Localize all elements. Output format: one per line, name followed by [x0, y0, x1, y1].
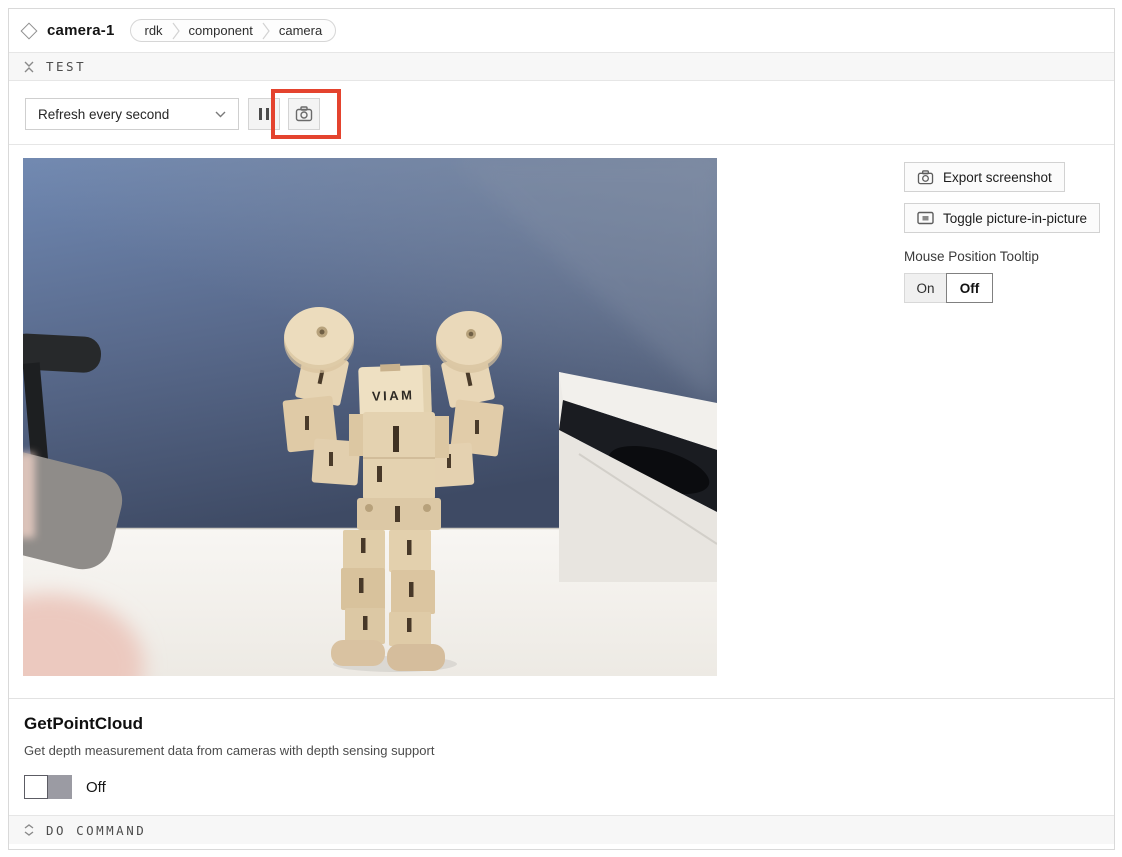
feed-robot-logo-text: VIAM	[372, 387, 415, 403]
camera-test-section: VIAM	[9, 145, 1114, 698]
picture-in-picture-icon	[917, 211, 934, 225]
tooltip-segmented-control: On Off	[904, 273, 1109, 303]
get-point-cloud-section: GetPointCloud Get depth measurement data…	[9, 698, 1114, 815]
test-section-header[interactable]: TEST	[9, 52, 1114, 81]
chevron-separator-icon	[262, 20, 270, 42]
breadcrumb-camera: camera	[270, 23, 331, 38]
toggle-pip-button[interactable]: Toggle picture-in-picture	[904, 203, 1100, 233]
do-command-section-label: DO COMMAND	[46, 823, 146, 838]
component-header: camera-1 rdk component camera	[9, 9, 1114, 52]
refresh-rate-select[interactable]: Refresh every second	[25, 98, 239, 130]
diamond-icon	[21, 22, 38, 39]
expand-icon	[24, 824, 34, 836]
do-command-section-header[interactable]: DO COMMAND	[9, 815, 1114, 844]
test-section-label: TEST	[46, 59, 86, 74]
feed-robot-right-hand	[436, 311, 502, 373]
camera-feed-controls: Export screenshot Toggle picture-in-pict…	[904, 162, 1109, 303]
get-point-cloud-title: GetPointCloud	[24, 714, 1114, 734]
feed-cabinet	[559, 372, 717, 582]
mouse-position-tooltip-label: Mouse Position Tooltip	[904, 249, 1109, 264]
feed-robot-head: VIAM	[358, 363, 432, 417]
tooltip-off-button[interactable]: Off	[946, 273, 993, 303]
toggle-knob	[24, 775, 48, 799]
camera-feed-image: VIAM	[23, 158, 717, 676]
pause-button[interactable]	[248, 98, 280, 130]
screenshot-button[interactable]	[288, 98, 320, 130]
breadcrumb-rdk: rdk	[135, 23, 171, 38]
export-screenshot-label: Export screenshot	[943, 170, 1052, 185]
camera-icon	[917, 170, 934, 185]
feed-robot-left-hand	[284, 307, 354, 373]
camera-icon	[295, 106, 313, 122]
breadcrumb: rdk component camera	[130, 19, 336, 42]
component-title: camera-1	[47, 22, 114, 39]
get-point-cloud-state-label: Off	[86, 779, 106, 796]
chevron-separator-icon	[172, 20, 180, 42]
collapse-icon	[24, 61, 34, 73]
get-point-cloud-description: Get depth measurement data from cameras …	[24, 743, 1114, 758]
get-point-cloud-toggle[interactable]	[24, 775, 72, 799]
breadcrumb-component: component	[180, 23, 262, 38]
camera-component-panel: camera-1 rdk component camera TEST Refre…	[8, 8, 1115, 850]
tooltip-on-button[interactable]: On	[904, 273, 947, 303]
refresh-rate-value: Refresh every second	[38, 107, 169, 122]
camera-toolbar: Refresh every second	[9, 81, 1114, 145]
export-screenshot-button[interactable]: Export screenshot	[904, 162, 1065, 192]
toggle-pip-label: Toggle picture-in-picture	[943, 211, 1087, 226]
pause-icon	[259, 108, 269, 120]
chevron-down-icon	[215, 111, 226, 118]
